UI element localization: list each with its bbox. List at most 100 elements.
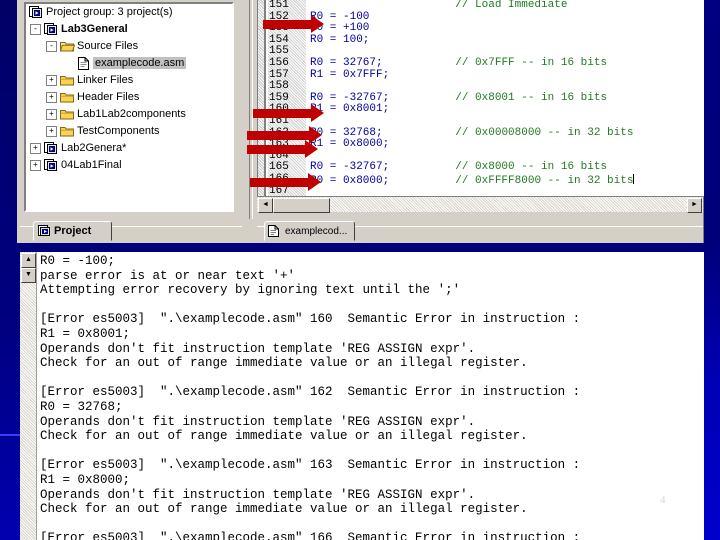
tab-project[interactable]: Project xyxy=(33,221,112,241)
tree-row-linker-files[interactable]: + Linker Files xyxy=(26,72,232,89)
console-line: Check for an out of range immediate valu… xyxy=(40,502,528,517)
console-line: R1 = 0x8000; xyxy=(40,472,131,487)
scroll-down-icon[interactable]: ▼ xyxy=(21,268,36,283)
editor-line-number: 156 xyxy=(269,56,289,69)
tree-row-label: Linker Files xyxy=(77,74,134,86)
console-line: [Error es5003] ".\examplecode.asm" 162 S… xyxy=(40,385,581,400)
text-caret xyxy=(633,173,635,184)
editor-code-text: R0 = -32767; xyxy=(310,91,390,104)
editor-scrollbar-thumb[interactable] xyxy=(273,198,330,213)
tree-row-source-files[interactable]: - Source Files xyxy=(26,38,232,55)
project-panel: Project group: 3 project(s) - Lab3General -… xyxy=(20,0,242,219)
editor-code-line[interactable] xyxy=(310,186,704,197)
file-icon xyxy=(76,57,91,70)
console-line: [Error es5003] ".\examplecode.asm" 163 S… xyxy=(40,458,581,473)
project-icon xyxy=(38,224,53,238)
folder-icon xyxy=(60,108,75,121)
project-icon xyxy=(44,142,59,155)
file-icon xyxy=(268,224,283,238)
tree-row-label: Source Files xyxy=(77,40,139,52)
tab-project-label: Project xyxy=(54,225,92,237)
editor-code-text: R0 = 0x8000; xyxy=(310,174,390,187)
scroll-left-icon[interactable]: ◄ xyxy=(258,198,273,213)
editor-code-line[interactable]: R0 = 0x8000; // 0xFFFF8000 -- in 32 bits xyxy=(310,173,704,187)
tree-row-lab2genera[interactable]: + Lab2Genera* xyxy=(26,140,232,157)
tree-row-label: Header Files xyxy=(77,91,140,103)
tab-examplecode[interactable]: examplecod... xyxy=(264,221,355,241)
folder-icon xyxy=(60,91,75,104)
project-icon xyxy=(44,159,59,172)
console-vertical-scrollbar[interactable]: ▲ ▼ xyxy=(20,252,37,540)
tree-row-label: 04Lab1Final xyxy=(61,159,122,171)
console-line: R0 = -100; xyxy=(40,254,116,268)
editor-code-text: R1 = 0x7FFF; xyxy=(310,68,390,81)
editor-line-number: 167 xyxy=(269,184,289,196)
editor-comment-text: // 0x8001 -- in 16 bits xyxy=(389,91,608,104)
scroll-right-icon[interactable]: ► xyxy=(687,198,702,213)
build-output-console: ▲ ▼ R0 = -100; parse error is at or near … xyxy=(20,252,704,540)
editor-code-text: R0 = 32767; xyxy=(310,56,383,69)
ide-window-screenshot: Project group: 3 project(s) - Lab3General -… xyxy=(17,0,704,243)
console-line: Check for an out of range immediate valu… xyxy=(40,356,528,371)
tree-expander-collapse-icon[interactable]: - xyxy=(30,24,41,35)
editor-line-number: 151 xyxy=(269,0,289,11)
editor-code-text: R0 = 100; xyxy=(310,33,370,46)
folder-icon xyxy=(60,74,75,87)
project-icon xyxy=(44,23,59,36)
scroll-up-icon[interactable]: ▲ xyxy=(21,253,36,268)
editor-code-line[interactable]: R0 = 100; xyxy=(310,33,704,47)
editor-line-number: 158 xyxy=(269,80,289,93)
tree-expander-expand-icon[interactable]: + xyxy=(46,126,57,137)
folder-icon xyxy=(60,125,75,138)
editor-code-line[interactable]: R1 = 0x8000; xyxy=(310,138,704,151)
arrow-line-166 xyxy=(250,173,321,191)
tree-row-label: examplecode.asm xyxy=(93,57,187,69)
tree-row-04lab1final[interactable]: +04Lab1Final xyxy=(26,157,232,174)
editor-comment-text: // 0x7FFF -- in 16 bits xyxy=(382,56,608,69)
arrow-line-162 xyxy=(247,126,322,144)
tree-expander-expand-icon[interactable]: + xyxy=(46,109,57,120)
console-line: parse error is at or near text '+' xyxy=(40,268,296,283)
arrow-line-160 xyxy=(253,104,324,122)
project-tree[interactable]: Project group: 3 project(s) - Lab3General -… xyxy=(24,2,234,212)
tree-row-project-group[interactable]: Project group: 3 project(s) xyxy=(26,4,232,21)
project-group-icon xyxy=(29,6,44,19)
tree-row-label: Lab1Lab2components xyxy=(77,108,186,120)
tree-row-examplecode-asm[interactable]: examplecode.asm xyxy=(26,55,232,72)
tree-row-lab1lab2components[interactable]: + Lab1Lab2components xyxy=(26,106,232,123)
tree-expander-expand-icon[interactable]: + xyxy=(46,92,57,103)
console-line: R0 = 32768; xyxy=(40,399,123,414)
tree-row-label: Lab2Genera* xyxy=(61,142,127,154)
console-line: Attempting error recovery by ignoring te… xyxy=(40,283,461,298)
editor-comment-text: // 0x00008000 -- in 32 bits xyxy=(382,126,634,139)
tree-expander-expand-icon[interactable]: + xyxy=(30,160,41,171)
tree-row-label: Lab3General xyxy=(61,23,128,35)
console-line: Operands don't fit instruction template … xyxy=(40,414,476,429)
arrow-line-163 xyxy=(247,140,318,158)
tree-row-testcomponents[interactable]: + TestComponents xyxy=(26,123,232,140)
editor-comment-text: // 0xFFFF8000 -- in 32 bits xyxy=(389,174,634,187)
editor-comment-text: // Load Immediate xyxy=(310,0,568,11)
tree-expander-expand-icon[interactable]: + xyxy=(46,75,57,86)
editor-gutter-divider xyxy=(264,0,266,196)
editor-horizontal-scrollbar[interactable]: ◄ ► xyxy=(257,196,703,213)
editor-code-line[interactable]: R1 = 0x8001; xyxy=(310,104,704,116)
project-tree-rows: Project group: 3 project(s) - Lab3General -… xyxy=(26,4,232,174)
editor-code-line[interactable]: R1 = 0x7FFF; xyxy=(310,68,704,82)
console-line: [Error es5003] ".\examplecode.asm" 166 S… xyxy=(40,531,581,540)
editor-code-area[interactable]: // Load Immediate R0 = -100 R0 = +100 R0 = … xyxy=(310,0,704,196)
code-editor[interactable]: 1511521531541551561571581591601611621631… xyxy=(257,0,704,196)
tree-expander-collapse-icon[interactable]: - xyxy=(46,41,57,52)
console-text[interactable]: R0 = -100; parse error is at or near text… xyxy=(40,254,700,540)
tree-expander-expand-icon[interactable]: + xyxy=(30,143,41,154)
tab-examplecode-label: examplecod... xyxy=(285,226,348,237)
tree-row-label: Project group: 3 project(s) xyxy=(46,6,173,18)
editor-code-line[interactable]: R0 = -32767; // 0x8000 -- in 16 bits xyxy=(310,162,704,174)
ide-window-body: Project group: 3 project(s) - Lab3General -… xyxy=(17,0,704,243)
tree-row-header-files[interactable]: + Header Files xyxy=(26,89,232,106)
tree-row-lab3general[interactable]: - Lab3General xyxy=(26,21,232,38)
console-line: Check for an out of range immediate valu… xyxy=(40,429,528,444)
